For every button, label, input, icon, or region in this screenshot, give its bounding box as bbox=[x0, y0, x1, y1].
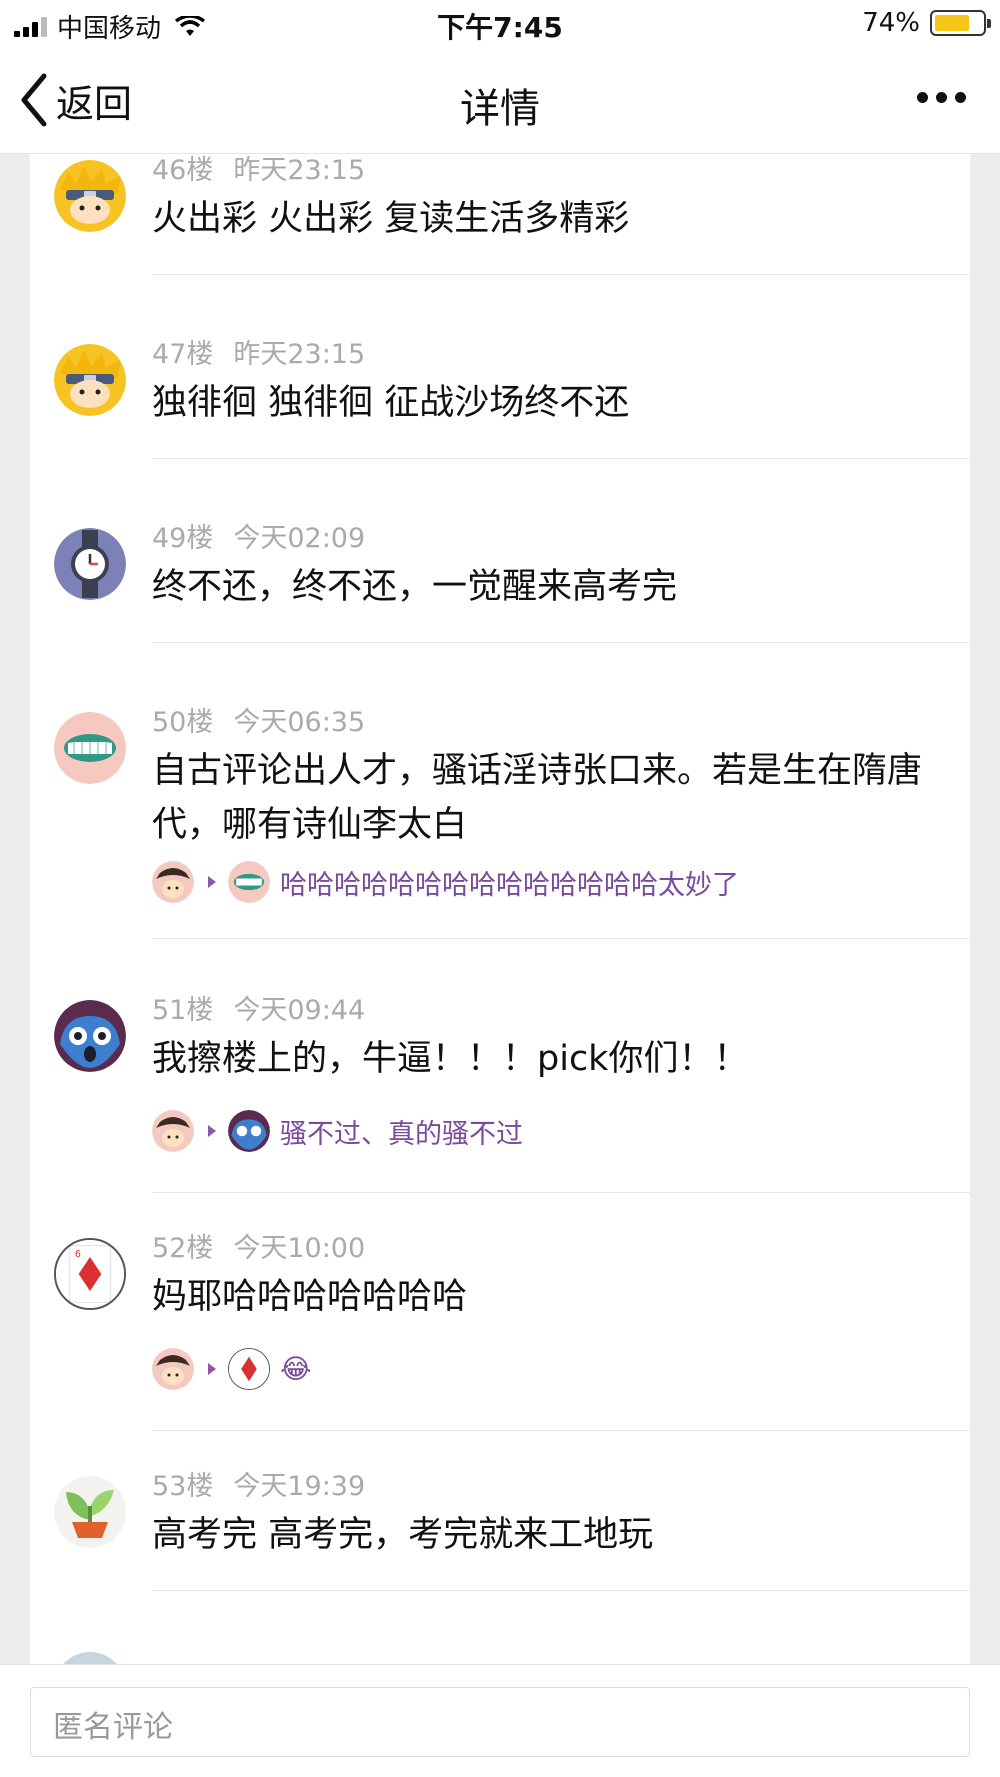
next-avatar-partial bbox=[54, 1652, 126, 1664]
comment-time: 昨天23:15 bbox=[233, 155, 366, 186]
comment-time: 今天06:35 bbox=[233, 707, 366, 738]
comment-time: 今天19:39 bbox=[233, 1471, 366, 1502]
nav-bar: 返回 详情 bbox=[0, 50, 1000, 154]
plant-avatar-icon[interactable] bbox=[54, 1476, 126, 1548]
comment-meta: 49楼 今天02:09 bbox=[152, 516, 365, 555]
cowboy-avatar-icon bbox=[152, 861, 194, 903]
divider bbox=[152, 458, 970, 459]
comment-text: 自古评论出人才，骚话淫诗张口来。若是生在隋唐代，哪有诗仙李太白 bbox=[152, 751, 923, 845]
divider bbox=[152, 642, 970, 643]
monster-avatar-icon bbox=[228, 1110, 270, 1152]
smile-avatar-icon[interactable] bbox=[54, 712, 126, 784]
floor-number: 53楼 bbox=[152, 1471, 214, 1502]
battery-percent: 74% bbox=[862, 8, 920, 38]
reply-text: 骚不过、真的骚不过 bbox=[280, 1118, 523, 1150]
reply-row[interactable]: 骚不过、真的骚不过 bbox=[152, 1110, 523, 1152]
comment-text: 独徘徊 独徘徊 征战沙场终不还 bbox=[152, 383, 630, 423]
comment-time: 今天02:09 bbox=[233, 523, 366, 554]
floor-number: 51楼 bbox=[152, 995, 214, 1026]
naruto-avatar-icon[interactable] bbox=[54, 344, 126, 416]
svg-text:6: 6 bbox=[75, 1249, 81, 1260]
comment-meta: 51楼 今天09:44 bbox=[152, 988, 365, 1027]
comment-meta: 46楼 昨天23:15 bbox=[152, 154, 365, 187]
status-right: 74% bbox=[862, 8, 991, 38]
comment-input-bar: 匿名评论 bbox=[0, 1664, 1000, 1777]
divider bbox=[152, 274, 970, 275]
comment-time: 昨天23:15 bbox=[233, 339, 366, 370]
floor-number: 46楼 bbox=[152, 155, 214, 186]
comment-meta: 53楼 今天19:39 bbox=[152, 1464, 365, 1503]
comment-text: 妈耶哈哈哈哈哈哈哈 bbox=[152, 1277, 468, 1317]
reply-text: 哈哈哈哈哈哈哈哈哈哈哈哈哈哈太妙了 bbox=[280, 869, 739, 901]
divider bbox=[152, 1590, 970, 1591]
comment-input[interactable]: 匿名评论 bbox=[30, 1687, 970, 1757]
comment-text: 高考完 高考完，考完就来工地玩 bbox=[152, 1515, 654, 1555]
reply-arrow-icon bbox=[208, 1125, 216, 1137]
battery-icon bbox=[930, 10, 991, 36]
clock-avatar-icon[interactable] bbox=[54, 528, 126, 600]
reply-row[interactable]: 哈哈哈哈哈哈哈哈哈哈哈哈哈哈太妙了 bbox=[152, 861, 739, 903]
comment-meta: 50楼 今天06:35 bbox=[152, 700, 365, 739]
monster-avatar-icon[interactable] bbox=[54, 1000, 126, 1072]
more-icon[interactable] bbox=[917, 92, 966, 103]
card-avatar-icon[interactable]: 6 bbox=[54, 1238, 126, 1310]
divider bbox=[152, 938, 970, 939]
comment-text: 我擦楼上的，牛逼！！！pick你们！！ bbox=[152, 1039, 749, 1079]
divider bbox=[152, 1192, 970, 1193]
comment-meta: 47楼 昨天23:15 bbox=[152, 332, 365, 371]
laughing-emoji: 😂 bbox=[280, 1353, 312, 1385]
floor-number: 52楼 bbox=[152, 1233, 214, 1264]
page-title: 详情 bbox=[460, 86, 540, 132]
comment-text: 火出彩 火出彩 复读生活多精彩 bbox=[152, 199, 630, 239]
cowboy-avatar-icon bbox=[152, 1348, 194, 1390]
reply-arrow-icon bbox=[208, 876, 216, 888]
card-avatar-icon bbox=[228, 1348, 270, 1390]
divider bbox=[152, 1430, 970, 1431]
smile-avatar-icon bbox=[228, 861, 270, 903]
comment-text: 终不还，终不还，一觉醒来高考完 bbox=[152, 567, 678, 607]
comment-list: 46楼 昨天23:15 火出彩 火出彩 复读生活多精彩 47楼 昨天23:15 独徘… bbox=[30, 154, 970, 1664]
comment-time: 今天09:44 bbox=[233, 995, 366, 1026]
naruto-avatar-icon[interactable] bbox=[54, 160, 126, 232]
floor-number: 49楼 bbox=[152, 523, 214, 554]
comment-meta: 52楼 今天10:00 bbox=[152, 1226, 365, 1265]
reply-row[interactable]: 😂 bbox=[152, 1348, 312, 1390]
reply-arrow-icon bbox=[208, 1363, 216, 1375]
comment-time: 今天10:00 bbox=[233, 1233, 366, 1264]
status-bar: 中国移动 下午7:45 74% bbox=[0, 0, 1000, 50]
floor-number: 50楼 bbox=[152, 707, 214, 738]
floor-number: 47楼 bbox=[152, 339, 214, 370]
status-time: 下午7:45 bbox=[437, 11, 563, 44]
cowboy-avatar-icon bbox=[152, 1110, 194, 1152]
